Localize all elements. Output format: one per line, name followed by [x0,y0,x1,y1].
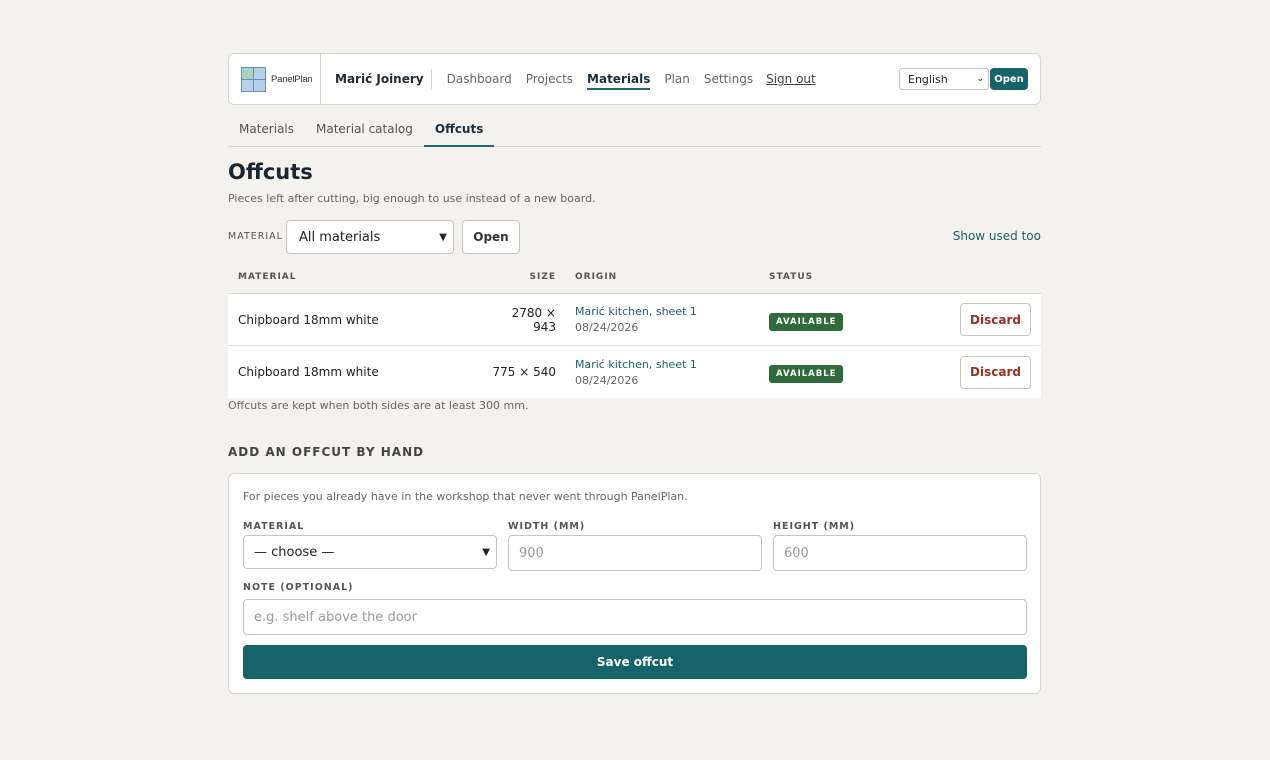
discard-button[interactable]: Discard [960,303,1031,336]
row-size: 2780 × 943 [511,305,556,334]
language-switcher: English ⌄ Open [899,68,1040,90]
status-badge: AVAILABLE [769,312,844,331]
height-input[interactable]: 600 [773,535,1027,571]
status-badge: AVAILABLE [769,365,844,383]
chevron-down-icon: ▼ [439,231,447,243]
show-used-link[interactable]: Show used too [953,229,1041,243]
offcuts-table: MATERIAL SIZE ORIGIN STATUS Chipboard 18… [228,261,1041,398]
table-row: Chipboard 18mm white 775 × 540 Marić kit… [228,346,1041,398]
row-status: AVAILABLE [760,361,910,383]
material-select-value: — choose — [254,544,335,560]
tab-materials[interactable]: Materials [228,112,305,147]
column-header-status[interactable]: STATUS [760,272,910,282]
add-offcut-section-title: ADD AN OFFCUT BY HAND [228,445,425,459]
origin-date: 08/24/2026 [575,373,639,387]
row-material: Chipboard 18mm white [238,312,379,327]
width-input[interactable]: 900 [508,535,762,571]
shop-name: Marić Joinery [321,69,432,89]
column-header-origin[interactable]: ORIGIN [566,272,760,282]
row-material: Chipboard 18mm white [238,365,379,379]
tab-offcuts[interactable]: Offcuts [423,112,495,147]
height-field-label: HEIGHT (MM) [773,521,856,532]
language-open-button[interactable]: Open [990,68,1028,90]
materials-subtabs: Materials Material catalog Offcuts [228,112,1041,147]
language-select[interactable]: English ⌄ [899,68,989,90]
save-offcut-button[interactable]: Save offcut [243,645,1027,679]
brand-logo[interactable]: PanelPlan [229,54,321,104]
note-input[interactable]: e.g. shelf above the door [243,599,1027,635]
width-field-label: WIDTH (MM) [508,521,586,532]
material-filter-select[interactable]: All materials ▼ [286,220,454,254]
material-field-label: MATERIAL [243,521,305,532]
add-offcut-form: For pieces you already have in the works… [228,473,1041,694]
material-select[interactable]: — choose — ▼ [243,535,497,569]
origin-link[interactable]: Marić kitchen, sheet 1 [575,358,760,371]
note-field-label: NOTE (OPTIONAL) [243,582,354,593]
column-header-size[interactable]: SIZE [486,272,566,282]
nav-item-projects[interactable]: Projects [526,68,573,90]
nav-item-dashboard[interactable]: Dashboard [447,68,512,90]
chevron-down-icon: ▼ [482,546,490,558]
filter-open-button[interactable]: Open [462,220,520,254]
table-header: MATERIAL SIZE ORIGIN STATUS [228,261,1041,294]
offcut-rule-note: Offcuts are kept when both sides are at … [228,399,529,412]
logo-text: PanelPlan [271,73,313,85]
column-header-material[interactable]: MATERIAL [228,272,486,282]
nav-item-settings[interactable]: Settings [704,68,753,90]
page-subtitle: Pieces left after cutting, big enough to… [228,192,596,205]
tab-material-catalog[interactable]: Material catalog [305,112,424,147]
table-row: Chipboard 18mm white 2780 × 943 Marić ki… [228,294,1041,346]
material-filter-value: All materials [299,229,381,245]
language-select-value: English [908,72,948,86]
form-intro: For pieces you already have in the works… [243,490,688,503]
main-nav: Dashboard Projects Materials Plan Settin… [440,54,823,104]
nav-item-materials[interactable]: Materials [587,68,651,90]
sign-out-link[interactable]: Sign out [766,68,816,90]
page-title: Offcuts [228,160,313,184]
material-filter-label: MATERIAL [228,231,283,242]
row-origin: Marić kitchen, sheet 1 08/24/2026 [566,305,760,334]
row-status: AVAILABLE [760,309,910,331]
discard-button[interactable]: Discard [960,355,1031,389]
row-size: 775 × 540 [492,365,557,379]
origin-date: 08/24/2026 [575,321,639,334]
panelplan-logo-icon [241,66,266,92]
chevron-down-icon: ⌄ [976,74,984,84]
top-navigation-bar: PanelPlan Marić Joinery Dashboard Projec… [228,53,1041,105]
nav-item-plan[interactable]: Plan [664,68,690,90]
origin-link[interactable]: Marić kitchen, sheet 1 [575,305,760,318]
row-origin: Marić kitchen, sheet 1 08/24/2026 [566,358,760,387]
